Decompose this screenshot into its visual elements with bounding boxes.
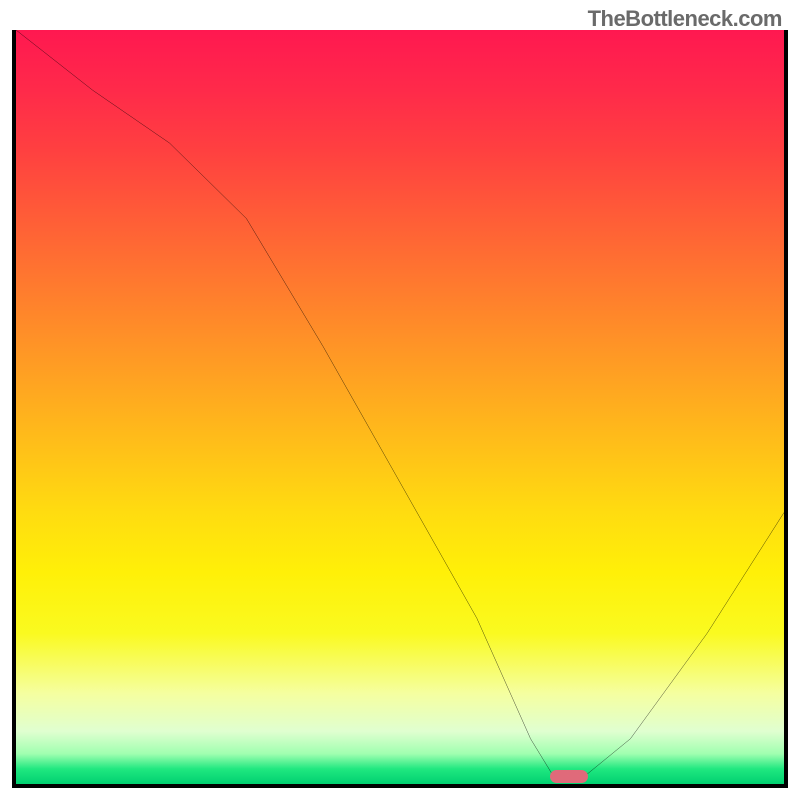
chart-curve xyxy=(16,30,784,784)
optimal-marker xyxy=(550,770,588,782)
watermark-text: TheBottleneck.com xyxy=(588,6,782,32)
chart-frame xyxy=(12,30,788,788)
